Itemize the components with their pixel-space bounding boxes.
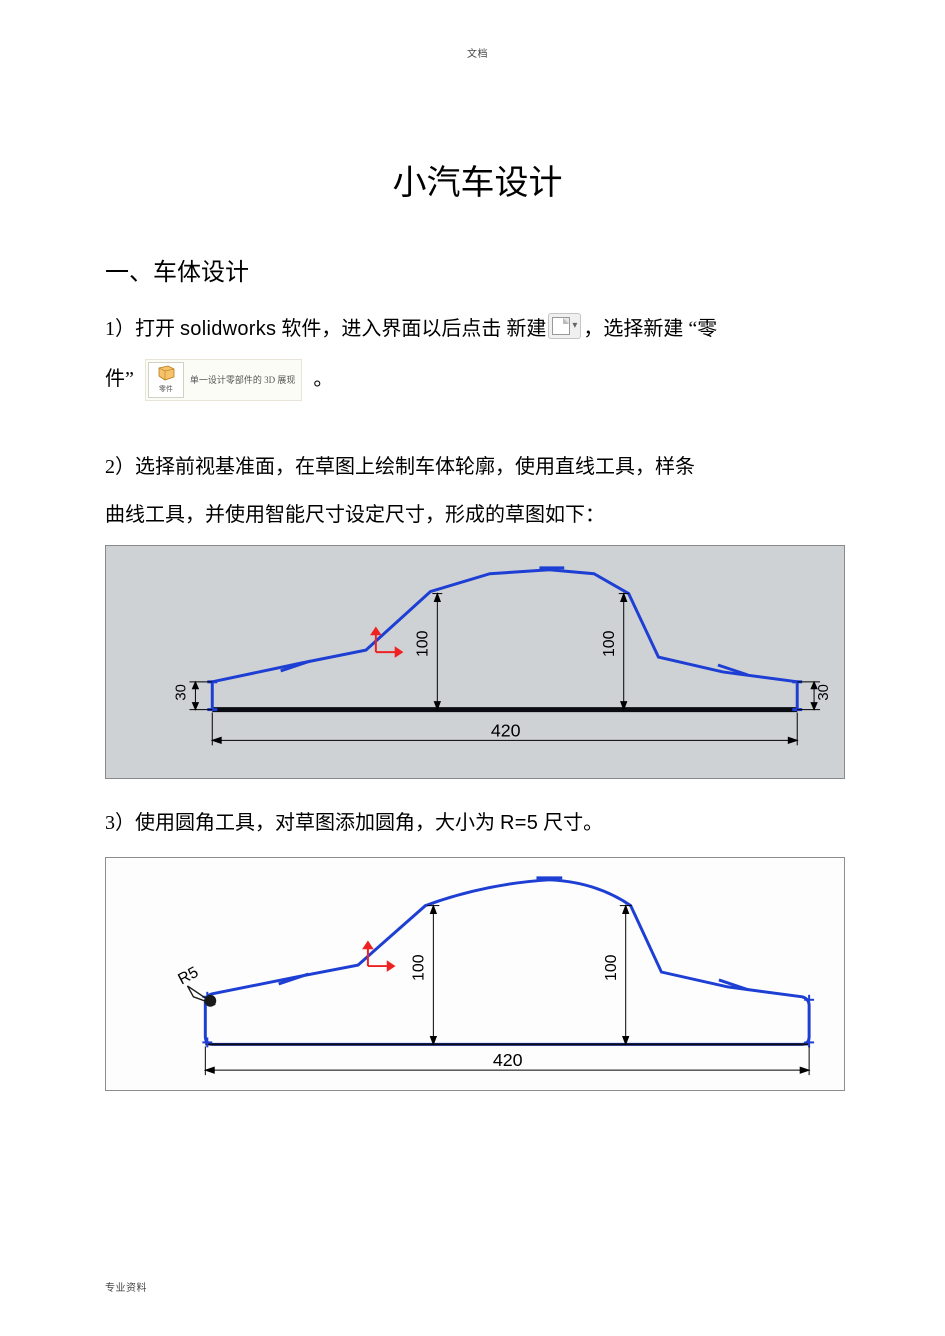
part-icon-label: 零件 xyxy=(159,382,173,396)
sketch-figure-1: 100 100 30 xyxy=(105,545,845,779)
dim-fillet-r5: R5 xyxy=(175,964,201,989)
page-header-label: 文档 xyxy=(105,45,850,60)
software-name: solidworks xyxy=(180,318,276,340)
dim-roof-right-1: 100 xyxy=(601,631,618,658)
step-2-line-1: 2）选择前视基准面，在草图上绘制车体轮廓，使用直线工具，样条 xyxy=(105,447,850,487)
step-1-mid2: ，选择新建 “零 xyxy=(583,318,717,340)
sketch-1-svg: 100 100 30 xyxy=(106,546,844,778)
new-document-button[interactable]: ▾ xyxy=(548,313,581,339)
dropdown-triangle-icon: ▾ xyxy=(572,316,577,336)
step-1-line2-prefix: 件” xyxy=(105,368,134,390)
dim-roof-left-2: 100 xyxy=(410,955,427,982)
dim-base-420-2: 420 xyxy=(493,1051,523,1071)
step-1-mid1: 软件，进入界面以后点击 新建 xyxy=(276,318,546,340)
fillet-radius-value: R=5 xyxy=(500,812,538,834)
sketch-2-svg: R5 100 100 xyxy=(106,858,844,1090)
dim-roof-right-2: 100 xyxy=(603,955,620,982)
step-1-line2-suffix: 。 xyxy=(313,368,333,390)
step-1-line-1: 1）打开 solidworks 软件，进入界面以后点击 新建 ▾ ，选择新建 “… xyxy=(105,309,850,349)
part-icon-cell: 零件 xyxy=(148,362,184,398)
dim-roof-left-1: 100 xyxy=(414,631,431,658)
step-3-suffix: 尺寸。 xyxy=(538,812,603,834)
step-3-prefix: 3）使用圆角工具，对草图添加圆角，大小为 xyxy=(105,812,500,834)
page-footer-label: 专业资料 xyxy=(105,1279,147,1294)
new-document-icon xyxy=(552,317,570,335)
step-1-prefix: 1）打开 xyxy=(105,318,180,340)
dim-left-30: 30 xyxy=(173,685,189,702)
dim-base-420-1: 420 xyxy=(491,721,521,741)
document-title: 小汽车设计 xyxy=(105,155,850,204)
part-icon xyxy=(155,365,177,381)
step-3-line: 3）使用圆角工具，对草图添加圆角，大小为 R=5 尺寸。 xyxy=(105,803,850,843)
part-description: 单一设计零部件的 3D 展现 xyxy=(190,371,296,389)
step-1-line-2: 件” 零件 单一设计零部件的 3D 展现 。 xyxy=(105,359,850,401)
section-1-title: 一、车体设计 xyxy=(105,252,850,287)
step-2-line-2: 曲线工具，并使用智能尺寸设定尺寸，形成的草图如下： xyxy=(105,495,850,535)
part-template-option[interactable]: 零件 单一设计零部件的 3D 展现 xyxy=(145,359,303,401)
dim-right-30: 30 xyxy=(816,685,832,702)
sketch-figure-2: R5 100 100 xyxy=(105,857,845,1091)
